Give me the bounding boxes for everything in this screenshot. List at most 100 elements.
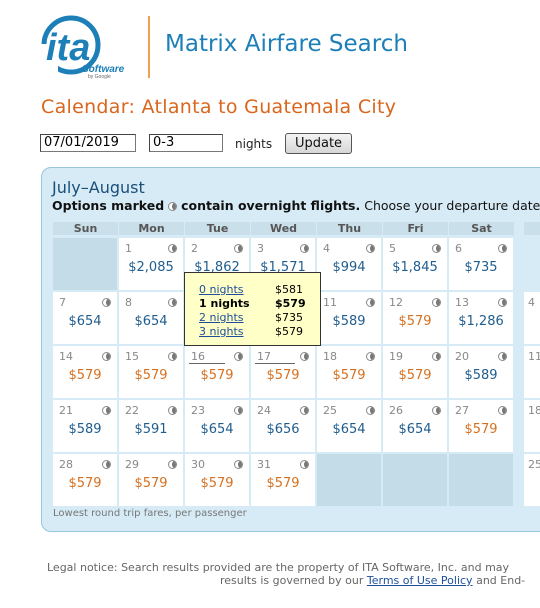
fare-price[interactable]: $654 — [383, 422, 447, 437]
calendar-day-cell[interactable]: 15 $579 — [119, 346, 183, 398]
calendar-day-cell[interactable]: 28 $579 — [53, 454, 117, 506]
overnight-moon-icon — [234, 352, 243, 361]
fare-price[interactable]: $579 — [251, 368, 315, 383]
fare-price[interactable]: $591 — [119, 422, 183, 437]
overnight-moon-icon — [432, 298, 441, 307]
calendar-day-cell-next-month[interactable]: 18 — [524, 400, 540, 452]
month-title: July–August — [52, 178, 145, 197]
calendar-day-cell[interactable]: 22 $591 — [119, 400, 183, 452]
overnight-moon-icon — [300, 244, 309, 253]
popup-nights-label[interactable]: 3 nights — [199, 325, 244, 338]
calendar-day-cell[interactable]: 17 $579 — [251, 346, 315, 398]
overnight-moon-icon — [300, 460, 309, 469]
calendar-day-cell[interactable]: 1 $2,085 — [119, 238, 183, 290]
calendar-empty-cell — [449, 454, 513, 506]
day-number: 27 — [455, 404, 469, 417]
calendar-day-cell[interactable]: 21 $589 — [53, 400, 117, 452]
fare-price[interactable]: $579 — [53, 476, 117, 491]
popup-nights-option[interactable]: 0 nights $581 — [199, 283, 309, 296]
calendar-day-cell[interactable]: 16 $579 — [185, 346, 249, 398]
fare-price[interactable]: $579 — [119, 368, 183, 383]
calendar-day-cell[interactable]: 18 $579 — [317, 346, 381, 398]
calendar-day-cell[interactable]: 4 $994 — [317, 238, 381, 290]
calendar-day-cell[interactable]: 23 $654 — [185, 400, 249, 452]
calendar-day-cell[interactable]: 29 $579 — [119, 454, 183, 506]
day-number: 14 — [59, 350, 73, 363]
fare-price[interactable]: $579 — [53, 368, 117, 383]
legend-bold-text: Options marked — [52, 198, 165, 213]
calendar-day-cell-next-month[interactable]: 25 — [524, 454, 540, 506]
day-number: 23 — [191, 404, 205, 417]
terms-of-use-link[interactable]: Terms of Use Policy — [367, 574, 473, 587]
popup-nights-label[interactable]: 2 nights — [199, 311, 244, 324]
calendar-day-cell[interactable]: 7 $654 — [53, 292, 117, 344]
calendar-day-cell[interactable]: 19 $579 — [383, 346, 447, 398]
nights-range-input[interactable]: 0-3 — [149, 134, 223, 152]
calendar-day-cell[interactable]: 6 $735 — [449, 238, 513, 290]
calendar-day-cell[interactable]: 11 $589 — [317, 292, 381, 344]
calendar-day-cell[interactable]: 25 $654 — [317, 400, 381, 452]
fare-price[interactable]: $994 — [317, 260, 381, 275]
calendar-day-cell[interactable]: 27 $579 — [449, 400, 513, 452]
legal-notice-line1: Legal notice: Search results provided ar… — [47, 561, 510, 574]
popup-nights-price: $579 — [275, 325, 303, 338]
overnight-moon-icon — [366, 244, 375, 253]
fare-price[interactable]: $579 — [185, 368, 249, 383]
popup-nights-option[interactable]: 2 nights $735 — [199, 311, 309, 324]
calendar-day-cell[interactable]: 24 $656 — [251, 400, 315, 452]
date-range-marker — [189, 363, 225, 364]
fare-price[interactable]: $1,845 — [383, 260, 447, 275]
popup-nights-label[interactable]: 0 nights — [199, 283, 244, 296]
calendar-day-cell-next-month[interactable]: 11 — [524, 346, 540, 398]
calendar-day-cell[interactable]: 14 $579 — [53, 346, 117, 398]
fare-price[interactable]: $1,286 — [449, 314, 513, 329]
calendar-day-cell[interactable]: 8 $654 — [119, 292, 183, 344]
fare-price[interactable]: $654 — [119, 314, 183, 329]
day-number: 25 — [323, 404, 337, 417]
fare-price[interactable]: $654 — [53, 314, 117, 329]
day-number: 4 — [528, 296, 535, 309]
weekday-label-sat: Sat — [449, 222, 514, 235]
fare-price[interactable]: $654 — [185, 422, 249, 437]
day-number: 18 — [528, 404, 540, 417]
calendar-day-cell[interactable]: 26 $654 — [383, 400, 447, 452]
fare-price[interactable]: $656 — [251, 422, 315, 437]
weekday-label-mon: Mon — [119, 222, 184, 235]
overnight-moon-icon — [498, 244, 507, 253]
calendar-day-cell[interactable]: 5 $1,845 — [383, 238, 447, 290]
calendar-day-cell[interactable]: 13 $1,286 — [449, 292, 513, 344]
day-number: 31 — [257, 458, 271, 471]
fare-price[interactable]: $579 — [317, 368, 381, 383]
fare-price[interactable]: $2,085 — [119, 260, 183, 275]
fare-price[interactable]: $579 — [383, 314, 447, 329]
calendar-day-cell[interactable]: 12 $579 — [383, 292, 447, 344]
calendar-day-cell-next-month[interactable]: 4 — [524, 292, 540, 344]
fare-price[interactable]: $579 — [251, 476, 315, 491]
fare-price[interactable]: $589 — [317, 314, 381, 329]
overnight-moon-icon — [432, 244, 441, 253]
fare-price[interactable]: $579 — [185, 476, 249, 491]
fare-price[interactable]: $589 — [53, 422, 117, 437]
popup-nights-option[interactable]: 1 nights $579 — [199, 297, 309, 310]
calendar-day-cell[interactable]: 31 $579 — [251, 454, 315, 506]
update-button[interactable]: Update — [285, 133, 352, 154]
overnight-moon-icon — [102, 298, 111, 307]
fare-price[interactable]: $654 — [317, 422, 381, 437]
fare-price[interactable]: $579 — [119, 476, 183, 491]
ita-software-logo[interactable]: ita Software by Google — [38, 14, 138, 80]
fare-price[interactable]: $589 — [449, 368, 513, 383]
date-range-marker — [255, 363, 295, 364]
departure-date-input[interactable]: 07/01/2019 — [40, 134, 136, 152]
day-number: 17 — [257, 350, 271, 363]
overnight-moon-icon — [168, 244, 177, 253]
calendar-day-cell[interactable]: 20 $589 — [449, 346, 513, 398]
popup-nights-option[interactable]: 3 nights $579 — [199, 325, 309, 338]
overnight-moon-icon — [432, 352, 441, 361]
fare-price[interactable]: $579 — [449, 422, 513, 437]
calendar-day-cell[interactable]: 30 $579 — [185, 454, 249, 506]
day-number: 5 — [389, 242, 396, 255]
fare-price[interactable]: $579 — [383, 368, 447, 383]
overnight-moon-icon — [366, 406, 375, 415]
overnight-moon-icon — [102, 406, 111, 415]
fare-price[interactable]: $735 — [449, 260, 513, 275]
